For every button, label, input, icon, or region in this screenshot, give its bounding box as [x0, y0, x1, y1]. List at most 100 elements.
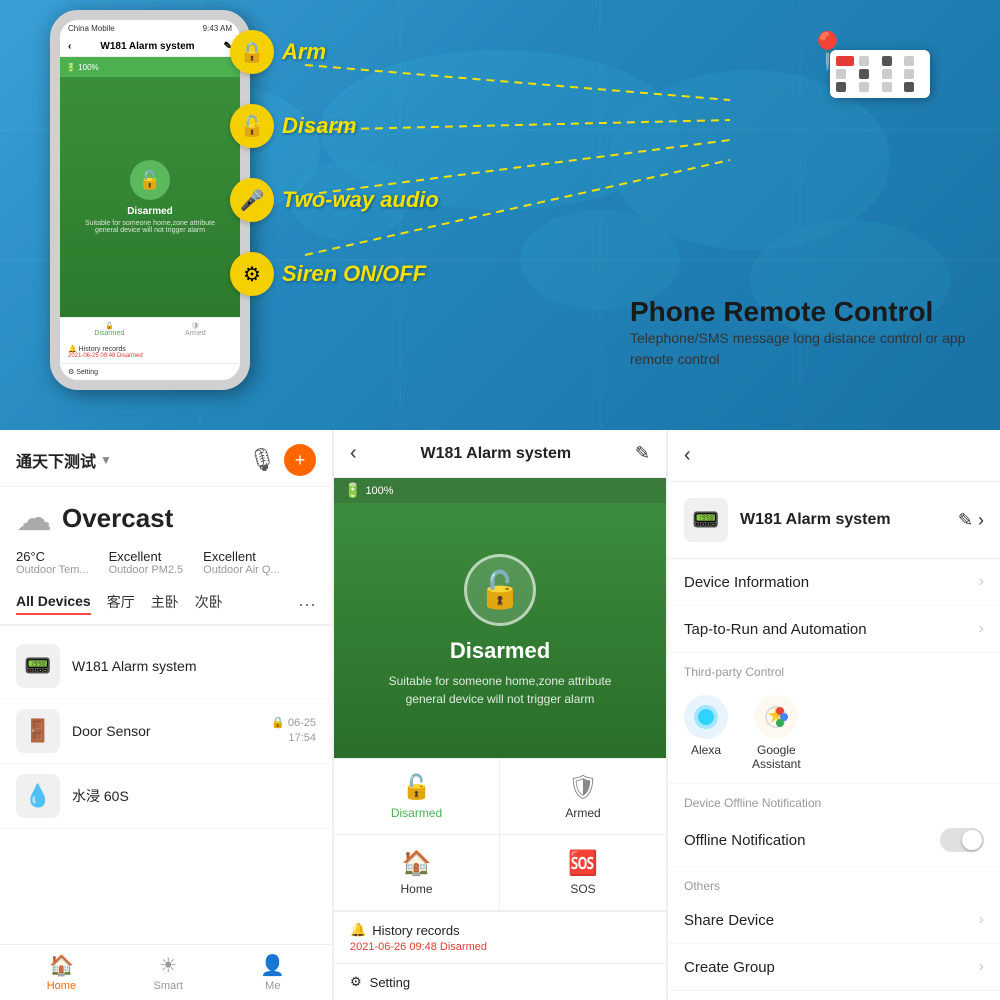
audio-label: Two-way audio [282, 187, 439, 213]
product-area: 📍 [830, 30, 970, 98]
devices-tab-bar: All Devices 客厅 主卧 次卧 ··· [0, 584, 332, 626]
automation-label: Tap-to-Run and Automation [684, 621, 979, 638]
banner: China Mobile 9:43 AM ‹ W181 Alarm system… [0, 0, 1000, 430]
armed-label: Armed [565, 806, 600, 820]
devices-tab-more-icon[interactable]: ··· [298, 594, 316, 615]
phone-mockup: China Mobile 9:43 AM ‹ W181 Alarm system… [50, 10, 250, 390]
map-pin-icon: 📍 [805, 30, 850, 72]
alexa-item[interactable]: Alexa [684, 695, 728, 771]
offline-section-label: Device Offline Notification [668, 784, 1000, 814]
share-chevron-icon: › [979, 911, 984, 929]
feature-arm: 🔒 Arm [230, 30, 439, 74]
alarm-back-button[interactable]: ‹ [350, 442, 357, 465]
smart-tab-icon: ☀ [159, 953, 177, 978]
settings-device-header: 📟 W181 Alarm system ✎ › [668, 482, 1000, 559]
home-tab-bar: 🏠 Home ☀ Smart 👤 Me [0, 944, 332, 1000]
settings-item-offline[interactable]: Offline Notification [668, 814, 1000, 867]
device-item-door[interactable]: 🚪 Door Sensor 🔒 06-25 17:54 [0, 699, 332, 764]
control-armed[interactable]: 🛡 Armed [500, 759, 666, 835]
home-tab-label: Home [47, 980, 76, 992]
alarm-controls-grid: 🔓 Disarmed 🛡 Armed 🏠 Home 🆘 SOS [334, 758, 666, 911]
phone-nav-disarmed: 🔓Disarmed [94, 322, 124, 337]
home-header-icons: 🎙 + [248, 444, 316, 476]
phone-battery-bar: 🔋 100% [60, 57, 240, 77]
weather-temp-key: Outdoor Tem... [16, 564, 89, 576]
alarm-main-area: 🔓 Disarmed Suitable for someone home,zon… [334, 503, 666, 758]
alarm-status: Disarmed [450, 638, 550, 664]
tab-master-bedroom[interactable]: 主卧 [151, 592, 179, 616]
settings-back-button[interactable]: ‹ [684, 444, 691, 467]
audio-icon: 🎤 [230, 178, 274, 222]
create-group-label: Create Group [684, 959, 979, 976]
alarm-setting-item[interactable]: ⚙ Setting [334, 963, 666, 1000]
tab-living-room[interactable]: 客厅 [107, 592, 135, 616]
panel-settings: ‹ 📟 W181 Alarm system ✎ › Device Informa… [668, 430, 1000, 1000]
control-sos[interactable]: 🆘 SOS [500, 835, 666, 911]
panel-home: 通天下测试 ▼ 🎙 + ☁ Overcast 26°C Outdoor Tem.… [0, 430, 332, 1000]
tab-home[interactable]: 🏠 Home [47, 953, 76, 992]
tab-me[interactable]: 👤 Me [260, 953, 285, 992]
feature-disarm: 🔓 Disarm [230, 104, 439, 148]
armed-icon: 🛡 [568, 773, 598, 802]
create-group-chevron-icon: › [979, 958, 984, 976]
sos-label: SOS [570, 882, 595, 896]
device-water-icon: 💧 [16, 774, 60, 818]
dropdown-arrow-icon: ▼ [100, 453, 112, 467]
siren-icon: ⚙ [230, 252, 274, 296]
weather-label: Overcast [62, 503, 173, 534]
share-device-label: Share Device [684, 912, 979, 929]
settings-item-share[interactable]: Share Device › [668, 897, 1000, 944]
alexa-label: Alexa [691, 743, 721, 757]
alarm-edit-button[interactable]: ✎ [635, 443, 650, 464]
settings-item-device-info[interactable]: Device Information › [668, 559, 1000, 606]
control-home[interactable]: 🏠 Home [334, 835, 500, 911]
automation-chevron-icon: › [979, 620, 984, 638]
tab-all-devices[interactable]: All Devices [16, 593, 91, 615]
arm-icon: 🔒 [230, 30, 274, 74]
smart-tab-label: Smart [154, 980, 183, 992]
alarm-lock-icon: 🔓 [464, 554, 536, 626]
google-assistant-item[interactable]: GoogleAssistant [752, 695, 801, 771]
history-date: 2021-06-26 09:48 Disarmed [350, 941, 650, 953]
phone-history-section: 🔔 History records 2021-06-25 09:48 Disar… [60, 341, 240, 363]
home-header-title-row[interactable]: 通天下测试 ▼ [16, 448, 112, 472]
home-app-title: 通天下测试 [16, 448, 96, 472]
phone-app-header: ‹ W181 Alarm system ✎ [60, 37, 240, 57]
feature-siren: ⚙ Siren ON/OFF [230, 252, 439, 296]
alarm-panel-title: W181 Alarm system [420, 445, 571, 463]
settings-edit-icon[interactable]: ✎ › [958, 510, 984, 531]
device-item-alarm[interactable]: 📟 W181 Alarm system [0, 634, 332, 699]
alarm-panel-header: ‹ W181 Alarm system ✎ [334, 430, 666, 478]
device-list: 📟 W181 Alarm system 🚪 Door Sensor 🔒 06-2… [0, 626, 332, 944]
alarm-history-section[interactable]: 🔔 History records 2021-06-26 09:48 Disar… [334, 911, 666, 963]
google-assistant-icon [754, 695, 798, 739]
microphone-icon[interactable]: 🎙 [248, 447, 276, 473]
cloud-icon: ☁ [16, 497, 52, 539]
add-button[interactable]: + [284, 444, 316, 476]
others-section-label: Others [668, 867, 1000, 897]
offline-toggle[interactable] [940, 828, 984, 852]
device-door-name: Door Sensor [72, 723, 151, 739]
weather-temp-val: 26°C [16, 549, 89, 564]
banner-main-title: Phone Remote Control [630, 296, 970, 328]
weather-pm-item: Excellent Outdoor PM2.5 [109, 549, 184, 576]
control-disarmed[interactable]: 🔓 Disarmed [334, 759, 500, 835]
phone-setting: ⚙ Setting [60, 363, 240, 380]
battery-icon: 🔋 [344, 482, 361, 499]
tab-smart[interactable]: ☀ Smart [154, 953, 183, 992]
me-tab-icon: 👤 [260, 953, 285, 978]
settings-item-create-group[interactable]: Create Group › [668, 944, 1000, 991]
tab-second-bedroom[interactable]: 次卧 [195, 592, 223, 616]
alexa-icon [684, 695, 728, 739]
alarm-desc: Suitable for someone home,zone attribute… [389, 672, 612, 708]
device-item-water[interactable]: 💧 水浸 60S [0, 764, 332, 829]
sos-icon: 🆘 [568, 849, 598, 878]
device-water-name: 水浸 60S [72, 786, 129, 806]
google-assistant-label: GoogleAssistant [752, 743, 801, 771]
device-door-meta: 🔒 06-25 17:54 [271, 716, 316, 747]
settings-item-automation[interactable]: Tap-to-Run and Automation › [668, 606, 1000, 653]
phone-nav-bar: 🔓Disarmed 🛡Armed [60, 317, 240, 341]
weather-temp-item: 26°C Outdoor Tem... [16, 549, 89, 576]
device-alarm-name: W181 Alarm system [72, 658, 196, 674]
alarm-battery-bar: 🔋 100% [334, 478, 666, 503]
